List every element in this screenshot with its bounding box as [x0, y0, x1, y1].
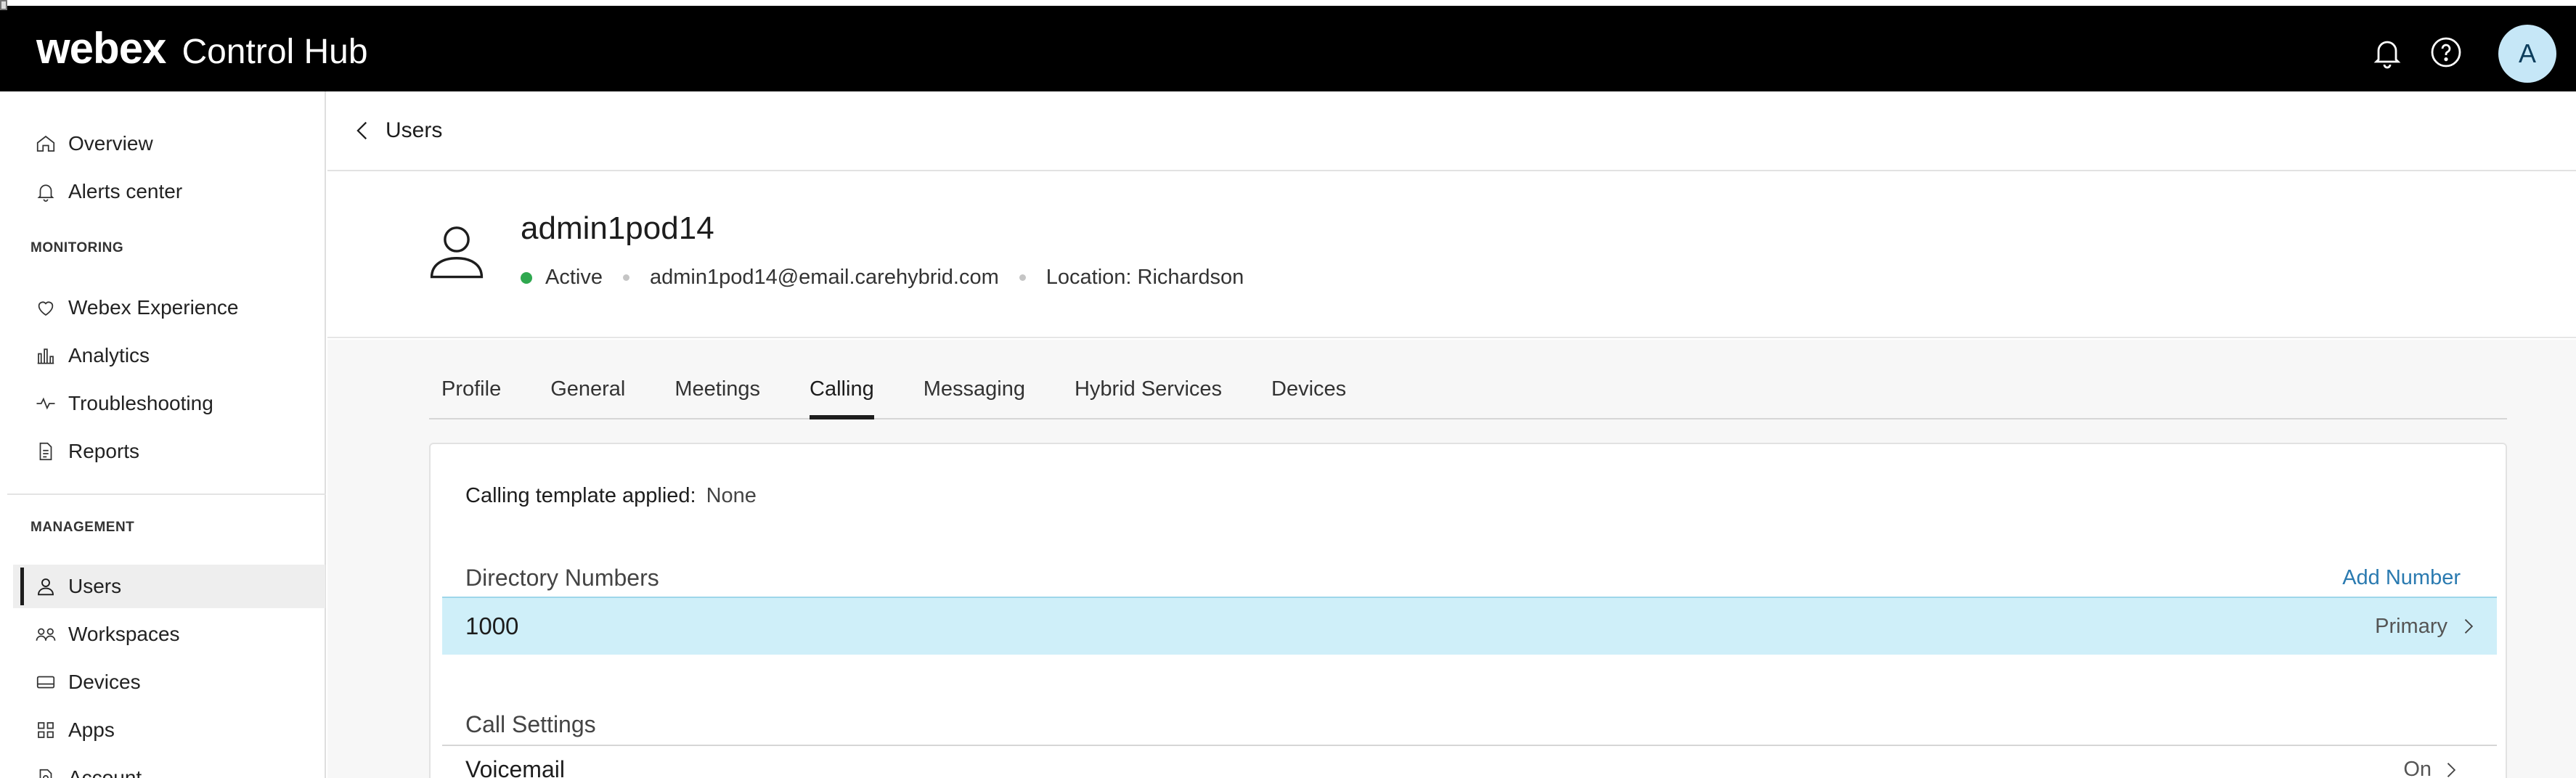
tab-general[interactable]: General: [550, 376, 625, 418]
tab-messaging[interactable]: Messaging: [924, 376, 1025, 418]
user-email: admin1pod14@email.carehybrid.com: [649, 266, 999, 289]
voicemail-row-label[interactable]: Voicemail: [465, 756, 565, 778]
content-area: Profile General Meetings Calling Messagi…: [327, 340, 2576, 778]
chevron-left-icon[interactable]: [351, 118, 375, 143]
directory-number: 1000: [465, 613, 519, 639]
pulse-icon: [36, 397, 55, 410]
calling-template-line: Calling template applied: None: [465, 484, 757, 508]
status-dot: [521, 271, 532, 284]
window-corner-artifact: [0, 0, 7, 10]
call-settings-title: Call Settings: [465, 711, 596, 737]
sidebar-item-label: Workspaces: [68, 623, 180, 645]
sidebar-item-account[interactable]: Account: [13, 756, 325, 778]
tab-meetings[interactable]: Meetings: [674, 376, 760, 418]
user-meta: Active admin1pod14@email.carehybrid.com …: [521, 266, 1244, 290]
directory-numbers-title: Directory Numbers: [465, 565, 659, 591]
sidebar-item-alerts-center[interactable]: Alerts center: [13, 170, 325, 213]
workspaces-icon: [36, 628, 56, 641]
account-icon: [39, 769, 52, 778]
tab-devices[interactable]: Devices: [1271, 376, 1346, 418]
sidebar-item-workspaces[interactable]: Workspaces: [13, 613, 325, 656]
user-avatar-button[interactable]: A: [2498, 25, 2556, 83]
sidebar-item-apps[interactable]: Apps: [13, 708, 325, 752]
sidebar-item-reports[interactable]: Reports: [13, 430, 325, 473]
user-tabs: Profile General Meetings Calling Messagi…: [429, 376, 2507, 419]
document-icon: [39, 442, 52, 461]
voicemail-status-text: On: [2403, 758, 2432, 778]
help-icon[interactable]: [2429, 35, 2463, 70]
sidebar-item-label: Analytics: [68, 344, 150, 367]
bar-chart-icon: [37, 348, 54, 364]
user-header: admin1pod14 Active admin1pod14@email.car…: [327, 173, 2576, 338]
sidebar-item-overview[interactable]: Overview: [13, 122, 325, 165]
sidebar-item-label: Overview: [68, 132, 153, 155]
sidebar-item-analytics[interactable]: Analytics: [13, 334, 325, 377]
calling-card: Calling template applied: None Directory …: [429, 443, 2507, 778]
bell-icon[interactable]: [2370, 35, 2405, 70]
sidebar-item-troubleshooting[interactable]: Troubleshooting: [13, 382, 325, 425]
chevron-right-icon: [2447, 762, 2456, 777]
breadcrumb-users-link[interactable]: Users: [386, 118, 442, 143]
product-name: Control Hub: [182, 33, 368, 71]
sidebar-divider: [7, 494, 326, 495]
device-icon: [36, 676, 55, 689]
section-heading-monitoring: MONITORING: [30, 240, 124, 255]
primary-tag: Primary: [2375, 614, 2447, 638]
breadcrumb: Users: [327, 91, 2576, 171]
calling-template-value: None: [706, 484, 757, 507]
webex-logo: webex: [36, 24, 166, 73]
sidebar-item-label: Devices: [68, 671, 141, 693]
directory-number-row[interactable]: 1000 Primary: [442, 597, 2497, 655]
bell-icon: [37, 184, 54, 202]
user-icon: [38, 578, 54, 596]
tab-hybrid-services[interactable]: Hybrid Services: [1075, 376, 1222, 418]
add-number-link[interactable]: Add Number: [2342, 566, 2461, 590]
sidebar-item-users[interactable]: Users: [13, 565, 325, 608]
apps-icon: [38, 722, 54, 738]
tab-calling[interactable]: Calling: [810, 376, 874, 419]
sidebar-item-label: Apps: [68, 718, 115, 741]
main-content: Users admin1pod14 Active admin1pod14@ema…: [327, 91, 2576, 778]
control-hub-page: webex Control Hub A Overview Alerts cent…: [0, 0, 2576, 778]
tab-profile[interactable]: Profile: [441, 376, 501, 418]
section-heading-management: MANAGEMENT: [30, 520, 135, 535]
brand[interactable]: webex Control Hub: [36, 23, 368, 73]
home-icon: [36, 135, 55, 152]
sidebar-item-label: Users: [68, 575, 122, 597]
sidebar-item-label: Webex Experience: [68, 296, 239, 319]
top-bar: webex Control Hub A: [0, 6, 2576, 91]
user-name: admin1pod14: [521, 210, 714, 246]
sidebar: Overview Alerts center MONITORING Webex …: [7, 91, 326, 778]
sidebar-item-label: Alerts center: [68, 180, 183, 202]
sidebar-item-label: Reports: [68, 440, 140, 462]
voicemail-status[interactable]: On: [2403, 758, 2461, 778]
sidebar-item-webex-experience[interactable]: Webex Experience: [13, 286, 325, 329]
heart-icon: [38, 301, 54, 316]
calling-template-label: Calling template applied:: [465, 484, 696, 507]
separator-dot: [622, 274, 629, 281]
sidebar-item-devices[interactable]: Devices: [13, 660, 325, 704]
sidebar-item-label: Account: [68, 766, 142, 778]
sidebar-item-label: Troubleshooting: [68, 392, 213, 414]
chevron-right-icon: [2464, 619, 2474, 634]
user-avatar-icon: [430, 226, 484, 279]
user-location: Location: Richardson: [1046, 266, 1244, 289]
call-settings-divider: [442, 745, 2497, 746]
separator-dot: [1019, 274, 1026, 281]
status-text: Active: [545, 266, 603, 289]
